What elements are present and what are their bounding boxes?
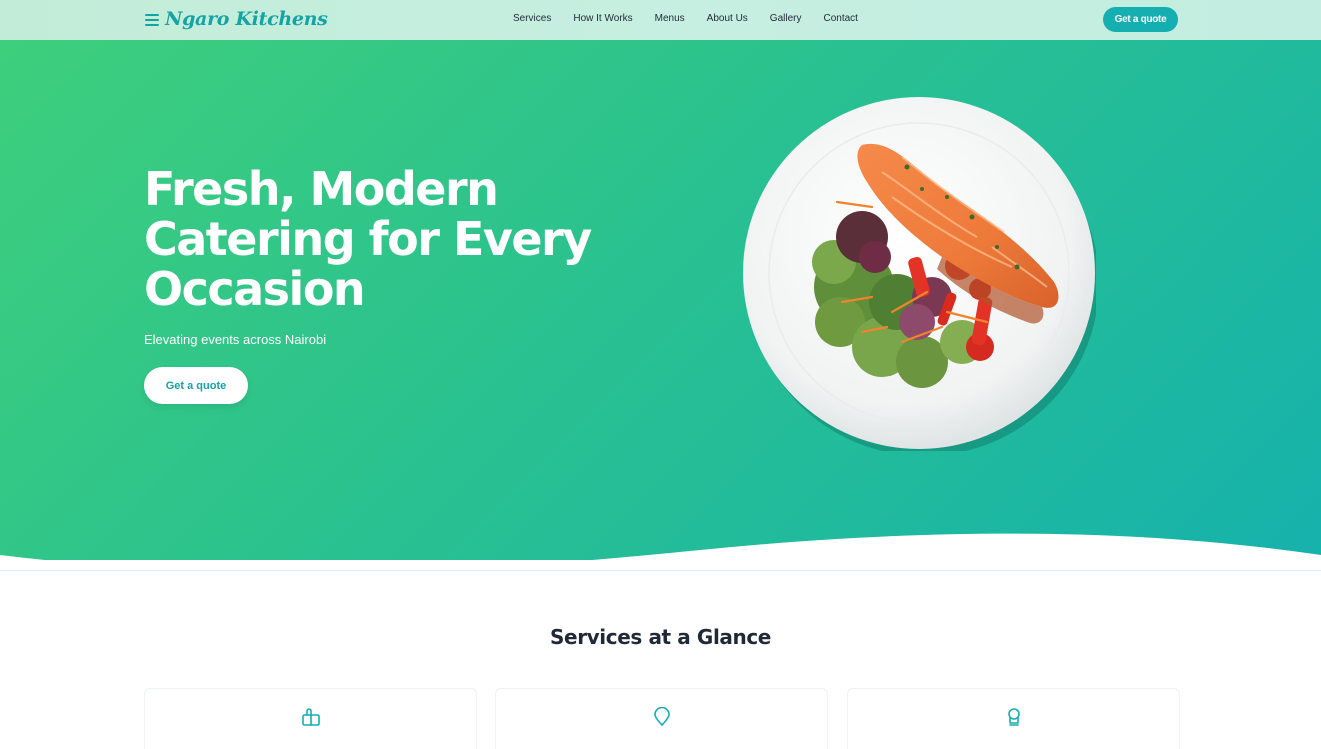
hero-section: Fresh, Modern Catering for Every Occasio… <box>0 40 1321 560</box>
nav-links: Services How It Works Menus About Us Gal… <box>513 13 880 24</box>
services-section-title: Services at a Glance <box>550 625 771 649</box>
brand-logo[interactable]: Ngaro Kitchens <box>165 8 328 30</box>
hero-title: Fresh, Modern Catering for Every Occasio… <box>144 162 592 316</box>
map-pin-icon <box>653 707 670 726</box>
chef-hat-icon <box>1007 708 1020 726</box>
hero-get-quote-button[interactable]: Get a quote <box>144 367 248 404</box>
service-card[interactable] <box>495 688 828 749</box>
hamburger-menu-icon[interactable] <box>145 14 159 26</box>
service-card[interactable] <box>847 688 1180 749</box>
nav-get-quote-button[interactable]: Get a quote <box>1103 7 1178 32</box>
hero-subtitle: Elevating events across Nairobi <box>144 332 327 347</box>
salmon-salad-plate-image <box>743 97 1096 451</box>
section-divider <box>0 570 1321 571</box>
nav-link-how-it-works[interactable]: How It Works <box>573 13 632 24</box>
hero-wave-divider <box>0 533 1321 560</box>
nav-link-services[interactable]: Services <box>513 13 551 24</box>
nav-link-gallery[interactable]: Gallery <box>770 13 802 24</box>
brand[interactable]: Ngaro Kitchens <box>145 8 328 30</box>
nav-link-about-us[interactable]: About Us <box>707 13 748 24</box>
nav-link-menus[interactable]: Menus <box>655 13 685 24</box>
top-navbar: Ngaro Kitchens Services How It Works Men… <box>0 0 1321 40</box>
gift-box-icon <box>301 708 320 726</box>
nav-link-contact[interactable]: Contact <box>823 13 857 24</box>
service-card[interactable] <box>144 688 477 749</box>
